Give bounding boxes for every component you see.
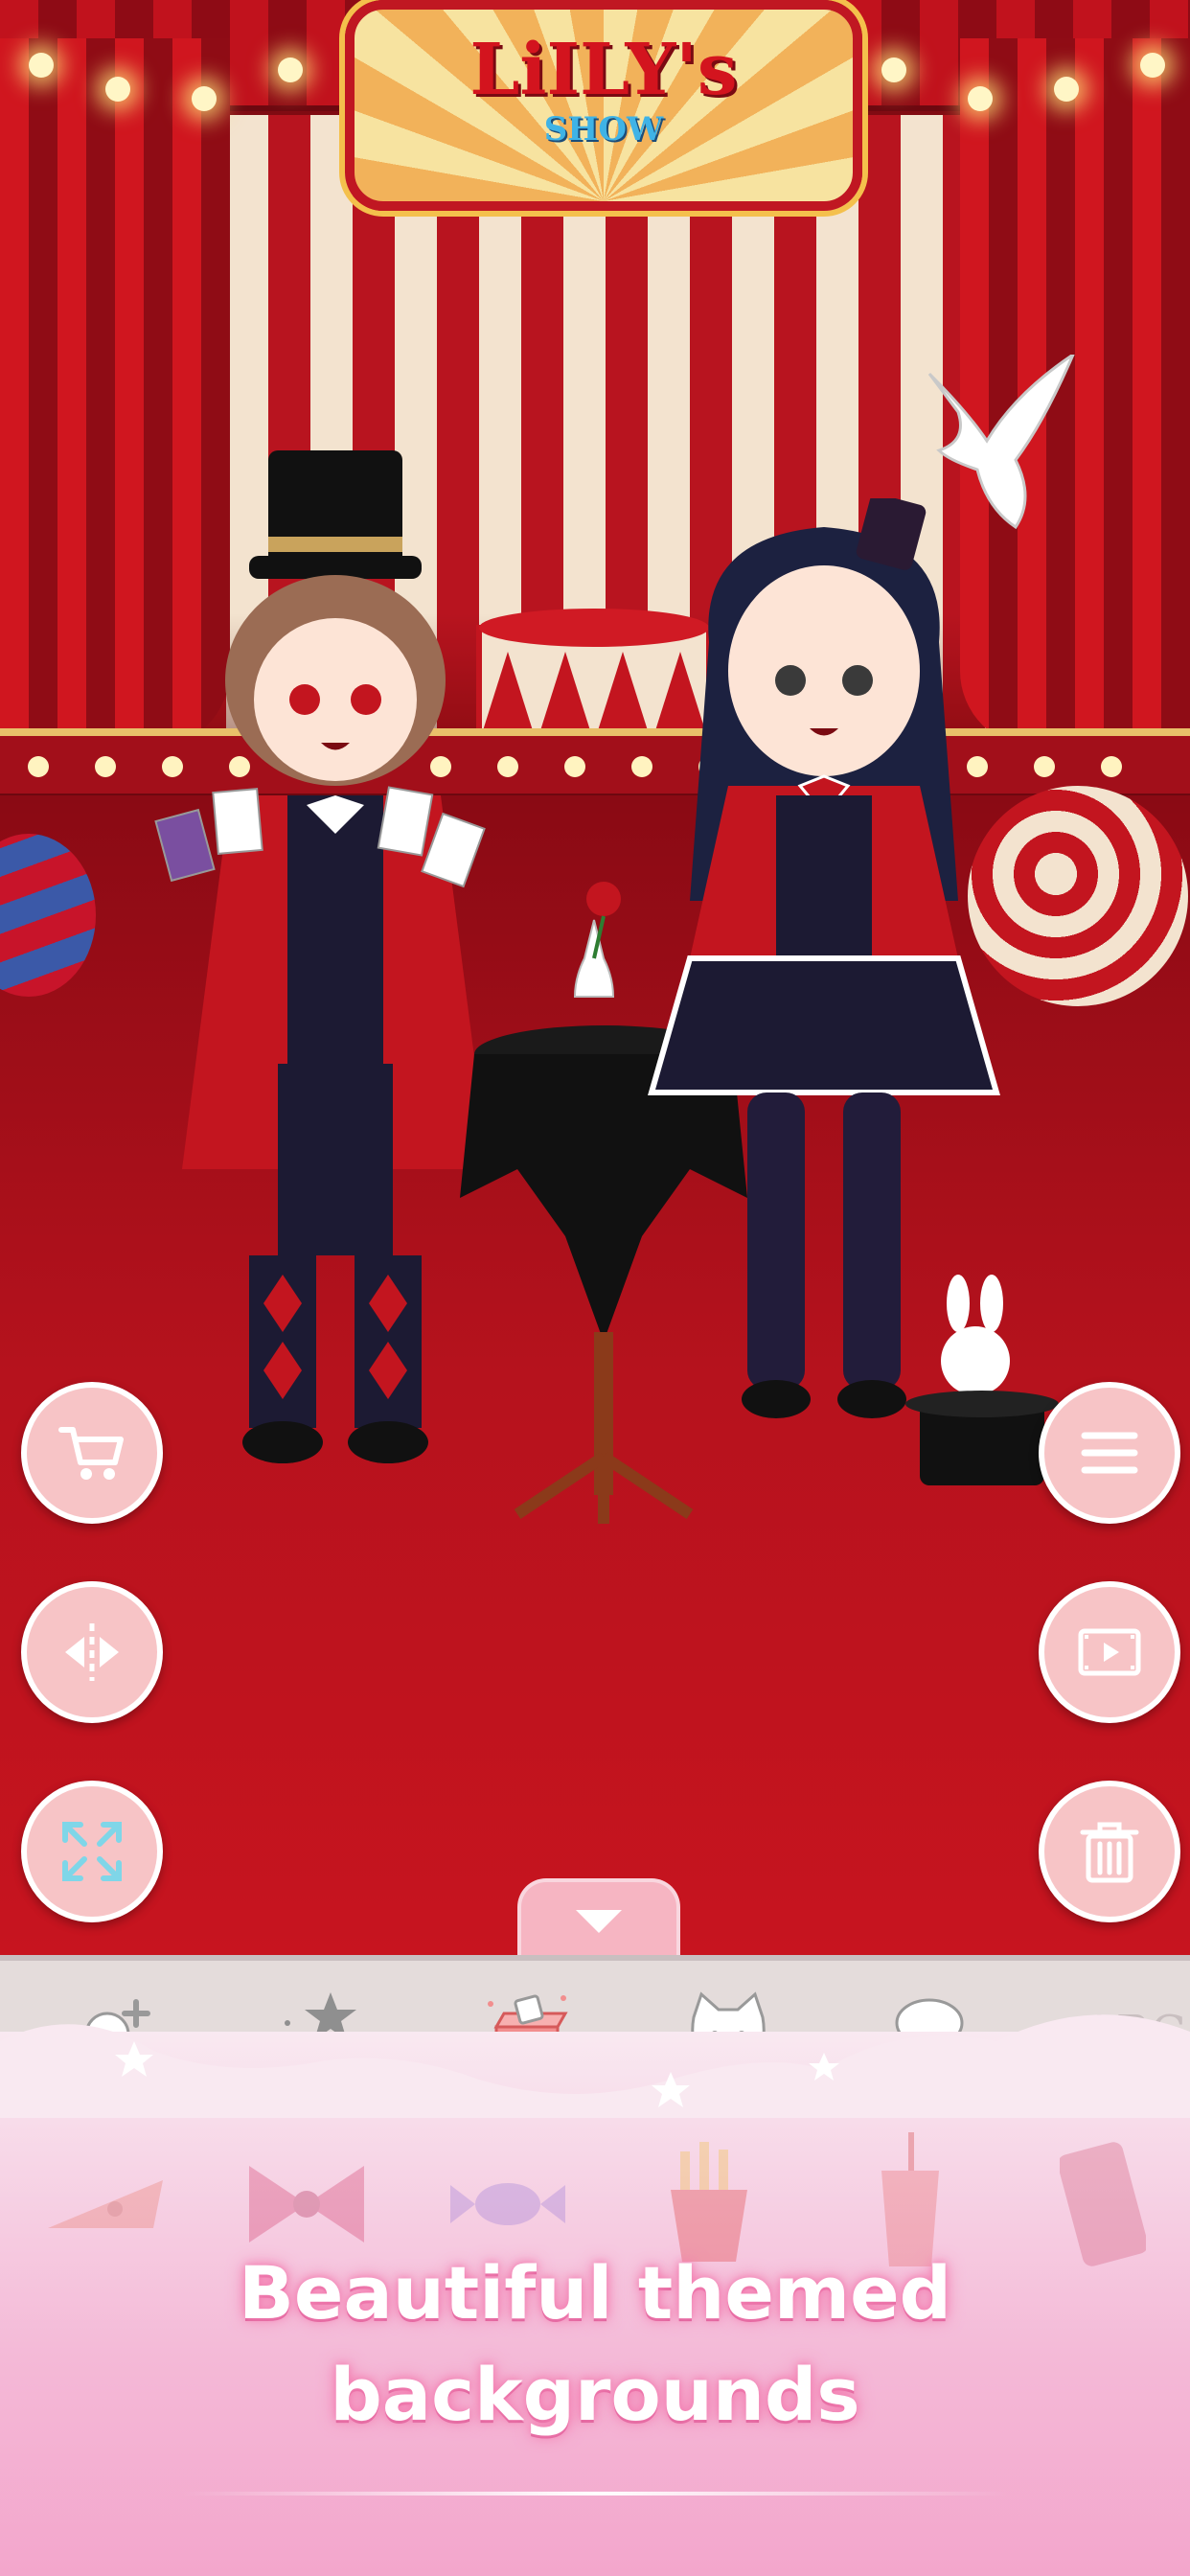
promo-line-2: backgrounds [330, 2352, 860, 2437]
delete-button[interactable] [1039, 1781, 1180, 1922]
video-button[interactable] [1039, 1581, 1180, 1723]
light-bulb [278, 58, 303, 82]
mirror-flip-icon [65, 1623, 119, 1681]
sign-title: LiILY's [469, 29, 738, 111]
sign-subtitle: SHOW [543, 110, 664, 149]
light-bulb [29, 53, 54, 78]
promo-underline [182, 2492, 1008, 2496]
cart-icon [58, 1427, 124, 1480]
promo-line-1: Beautiful themed [238, 2250, 952, 2335]
pizza-icon [48, 2180, 163, 2228]
menu-button[interactable] [1039, 1382, 1180, 1524]
light-bulb [968, 86, 993, 111]
promo-headline: Beautiful themed backgrounds [0, 2242, 1190, 2446]
light-bulb [1140, 53, 1165, 78]
trash-icon [1080, 1822, 1139, 1883]
expand-icon [62, 1822, 122, 1881]
flip-button[interactable] [21, 1581, 163, 1723]
light-bulb [1054, 77, 1079, 102]
cloud-border [0, 2014, 1190, 2118]
expand-button[interactable] [21, 1781, 163, 1922]
collapse-panel-button[interactable] [517, 1878, 680, 1959]
light-bulb [105, 77, 130, 102]
shop-button[interactable] [21, 1382, 163, 1524]
show-sign: LiILY's SHOW [345, 0, 862, 211]
candy-icon [450, 2183, 565, 2225]
light-bulb [881, 58, 906, 82]
play-video-icon [1078, 1628, 1141, 1676]
chevron-down-icon [576, 1910, 622, 1933]
hamburger-menu-icon [1081, 1432, 1138, 1474]
dress-up-scene: LiILY's SHOW [0, 0, 1190, 1955]
light-bulb [192, 86, 217, 111]
bow-icon [249, 2166, 364, 2242]
